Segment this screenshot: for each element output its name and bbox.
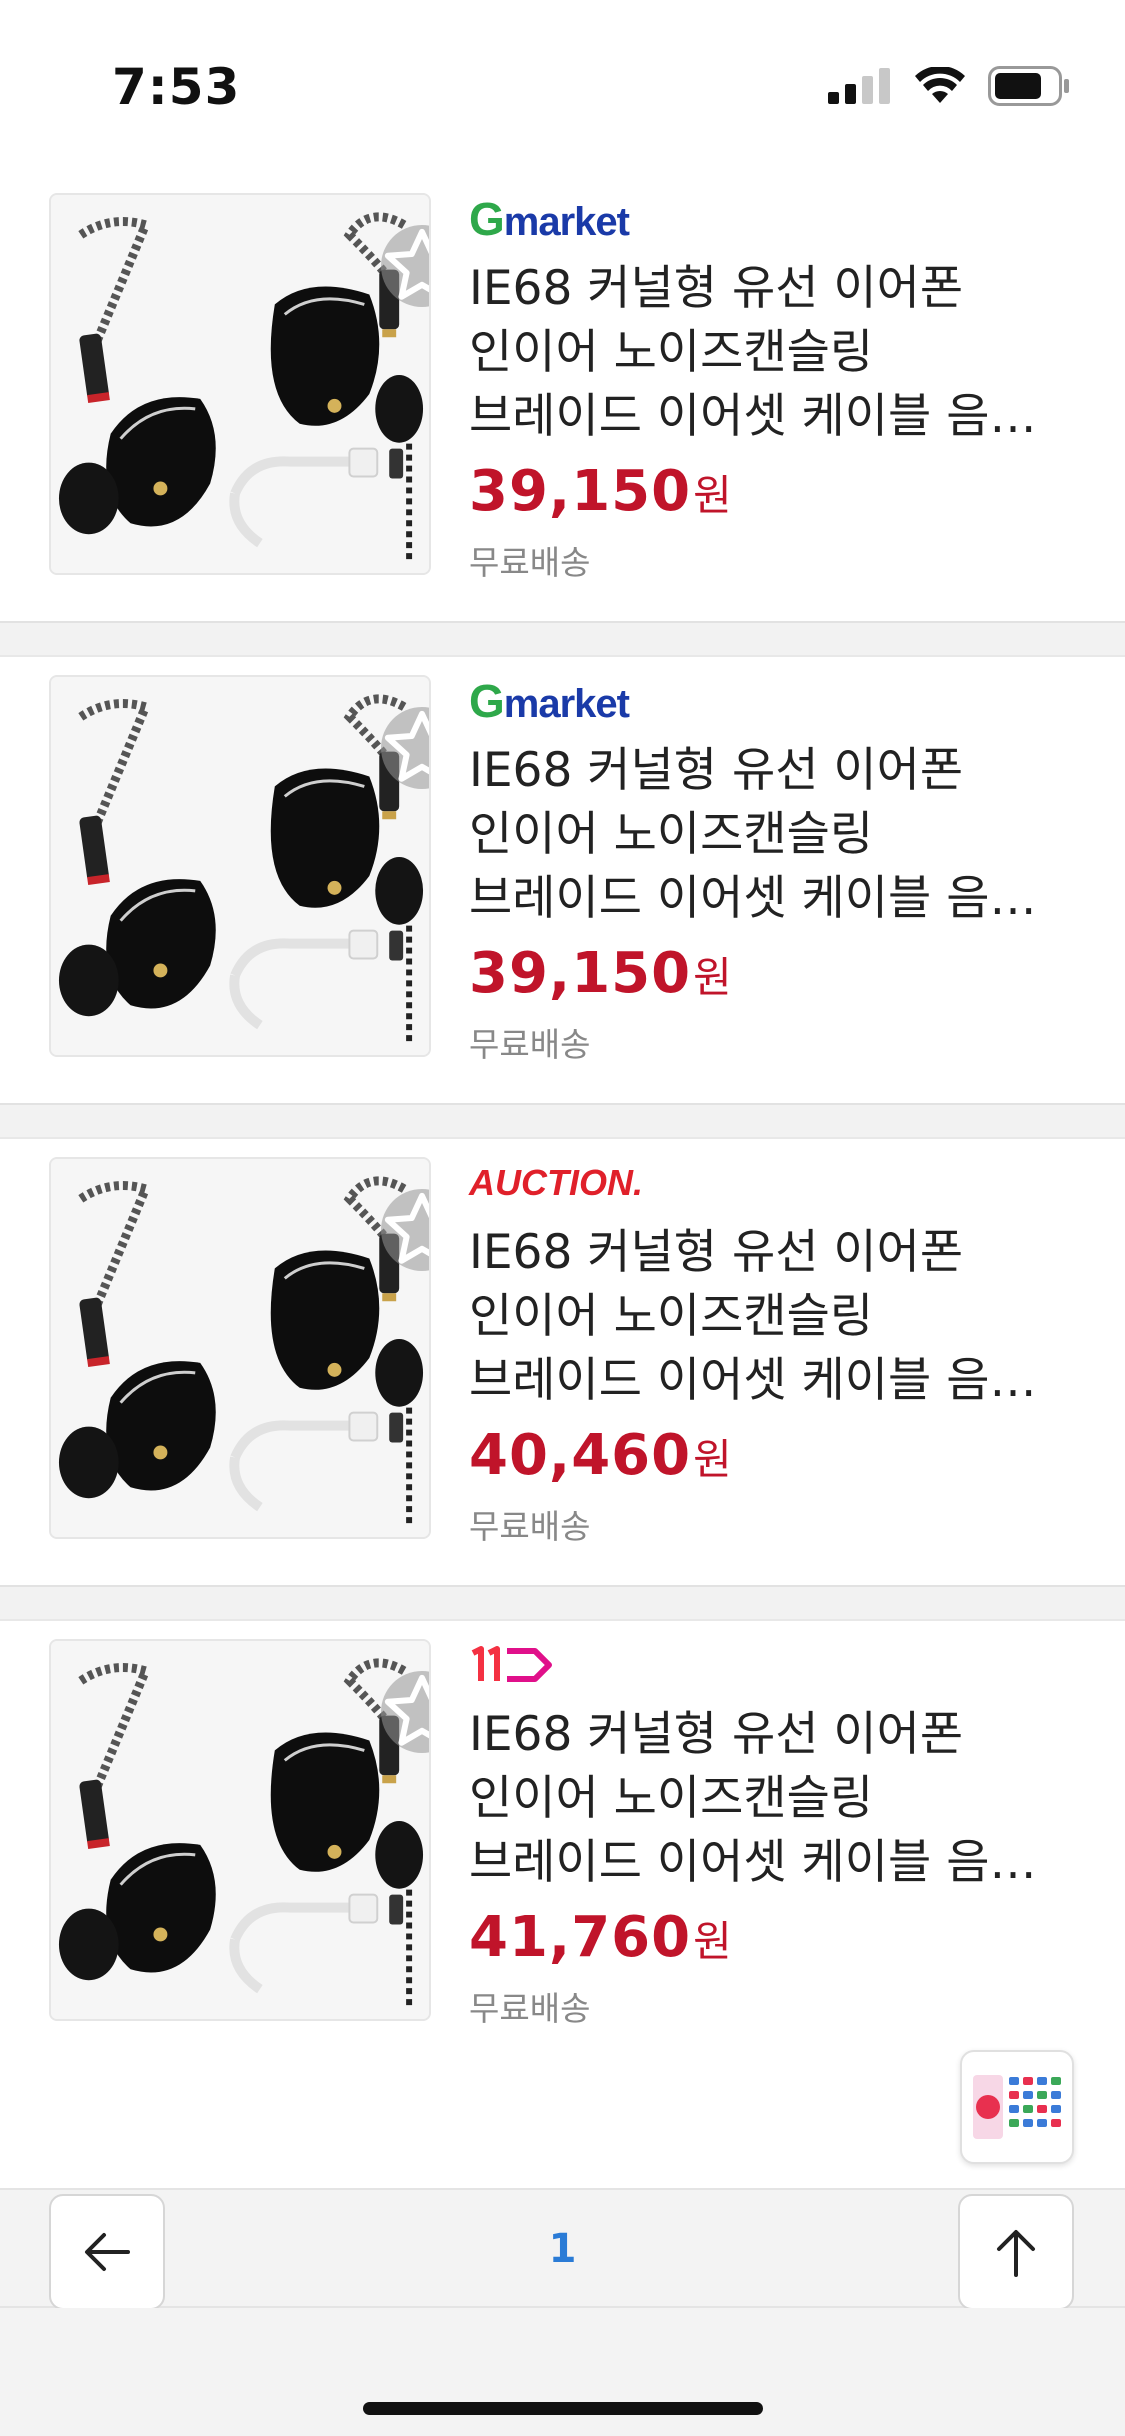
pagination-bar: 1 [0,2188,1125,2310]
price: 39,150 원 [469,941,1089,1006]
price: 40,460 원 [469,1423,1089,1488]
arrow-up-icon [997,2230,1035,2277]
product-image[interactable] [49,193,431,575]
product-title[interactable]: IE68 커널형 유선 이어폰 인이어 노이즈캔슬링 브레이드 이어셋 케이블 … [469,1703,1069,1895]
status-bar: 7:53 [0,0,1125,175]
divider [0,1585,1125,1621]
shipping-label: 무료배송 [469,1989,591,2028]
title-line: 브레이드 이어셋 케이블 음… [469,389,1037,444]
product-title[interactable]: IE68 커널형 유선 이어폰 인이어 노이즈캔슬링 브레이드 이어셋 케이블 … [469,257,1069,449]
star-icon [384,228,429,300]
status-time: 7:53 [112,58,241,116]
price-value: 40,460 [469,1423,692,1488]
price-currency: 원 [693,953,732,1002]
product-title[interactable]: IE68 커널형 유선 이어폰 인이어 노이즈캔슬링 브레이드 이어셋 케이블 … [469,1221,1069,1413]
product-card[interactable]: IE68 커널형 유선 이어폰 인이어 노이즈캔슬링 브레이드 이어셋 케이블 … [0,1621,1125,2067]
title-line: 인이어 노이즈캔슬링 [469,1771,874,1826]
title-line: IE68 커널형 유선 이어폰 [469,261,964,316]
price: 41,760 원 [469,1905,1089,1970]
price-value: 39,150 [469,941,692,1006]
seller-logo-gmarket: Gmarket [469,675,630,727]
earphone-image [51,1159,429,1537]
favorite-button[interactable] [381,1189,429,1271]
bottom-area [0,2308,1125,2436]
price-currency: 원 [693,1917,732,1966]
shipping-label: 무료배송 [469,1025,591,1064]
star-icon [384,1192,429,1264]
favorite-button[interactable] [381,225,429,307]
favorite-button[interactable] [381,707,429,789]
product-card[interactable]: Gmarket IE68 커널형 유선 이어폰 인이어 노이즈캔슬링 브레이드 … [0,175,1125,621]
title-line: IE68 커널형 유선 이어폰 [469,743,964,798]
product-info[interactable]: AUCTION. IE68 커널형 유선 이어폰 인이어 노이즈캔슬링 브레이드… [469,1159,1089,1548]
product-image[interactable] [49,1157,431,1539]
title-line: 인이어 노이즈캔슬링 [469,807,874,862]
product-card[interactable]: AUCTION. IE68 커널형 유선 이어폰 인이어 노이즈캔슬링 브레이드… [0,1139,1125,1585]
ad-thumbnail-icon [973,2075,1061,2139]
seller-logo-11st [469,1641,1089,1689]
favorite-button[interactable] [381,1671,429,1753]
title-line: IE68 커널형 유선 이어폰 [469,1707,964,1762]
product-info[interactable]: Gmarket IE68 커널형 유선 이어폰 인이어 노이즈캔슬링 브레이드 … [469,675,1089,1066]
star-icon [384,1674,429,1746]
price-currency: 원 [693,471,732,520]
title-line: 브레이드 이어셋 케이블 음… [469,1353,1037,1408]
status-icons [828,66,1070,106]
product-image[interactable] [49,1639,431,2021]
earphone-image [51,1641,429,2019]
home-indicator[interactable] [363,2402,763,2415]
divider [0,621,1125,657]
floating-ad-button[interactable] [960,2050,1074,2164]
seller-name: market [503,682,630,726]
shipping-label: 무료배송 [469,543,591,582]
product-card[interactable]: Gmarket IE68 커널형 유선 이어폰 인이어 노이즈캔슬링 브레이드 … [0,657,1125,1103]
product-info[interactable]: Gmarket IE68 커널형 유선 이어폰 인이어 노이즈캔슬링 브레이드 … [469,193,1089,584]
eleventh-street-logo-icon [471,1646,552,1682]
title-line: 인이어 노이즈캔슬링 [469,325,874,380]
scroll-to-top-button[interactable] [958,2194,1074,2310]
price: 39,150 원 [469,459,1089,524]
product-image[interactable] [49,675,431,1057]
divider [0,1103,1125,1139]
signal-icon [828,68,890,104]
price-value: 41,760 [469,1905,692,1970]
price-currency: 원 [693,1435,732,1484]
title-line: IE68 커널형 유선 이어폰 [469,1225,964,1280]
battery-icon [988,66,1069,106]
product-info[interactable]: IE68 커널형 유선 이어폰 인이어 노이즈캔슬링 브레이드 이어셋 케이블 … [469,1641,1089,2030]
title-line: 인이어 노이즈캔슬링 [469,1289,874,1344]
product-list: Gmarket IE68 커널형 유선 이어폰 인이어 노이즈캔슬링 브레이드 … [0,175,1125,2067]
price-value: 39,150 [469,459,692,524]
title-line: 브레이드 이어셋 케이블 음… [469,1835,1037,1890]
seller-name: market [503,200,630,244]
earphone-image [51,195,429,573]
product-title[interactable]: IE68 커널형 유선 이어폰 인이어 노이즈캔슬링 브레이드 이어셋 케이블 … [469,739,1069,931]
star-icon [384,710,429,782]
wifi-icon [915,67,965,103]
title-line: 브레이드 이어셋 케이블 음… [469,871,1037,926]
shipping-label: 무료배송 [469,1507,591,1546]
seller-logo-gmarket: Gmarket [469,193,630,245]
current-page-number[interactable]: 1 [0,2226,1125,2272]
earphone-image [51,677,429,1055]
seller-name: AUCTION. [469,1162,643,1203]
seller-logo-auction: AUCTION. [469,1159,1089,1207]
